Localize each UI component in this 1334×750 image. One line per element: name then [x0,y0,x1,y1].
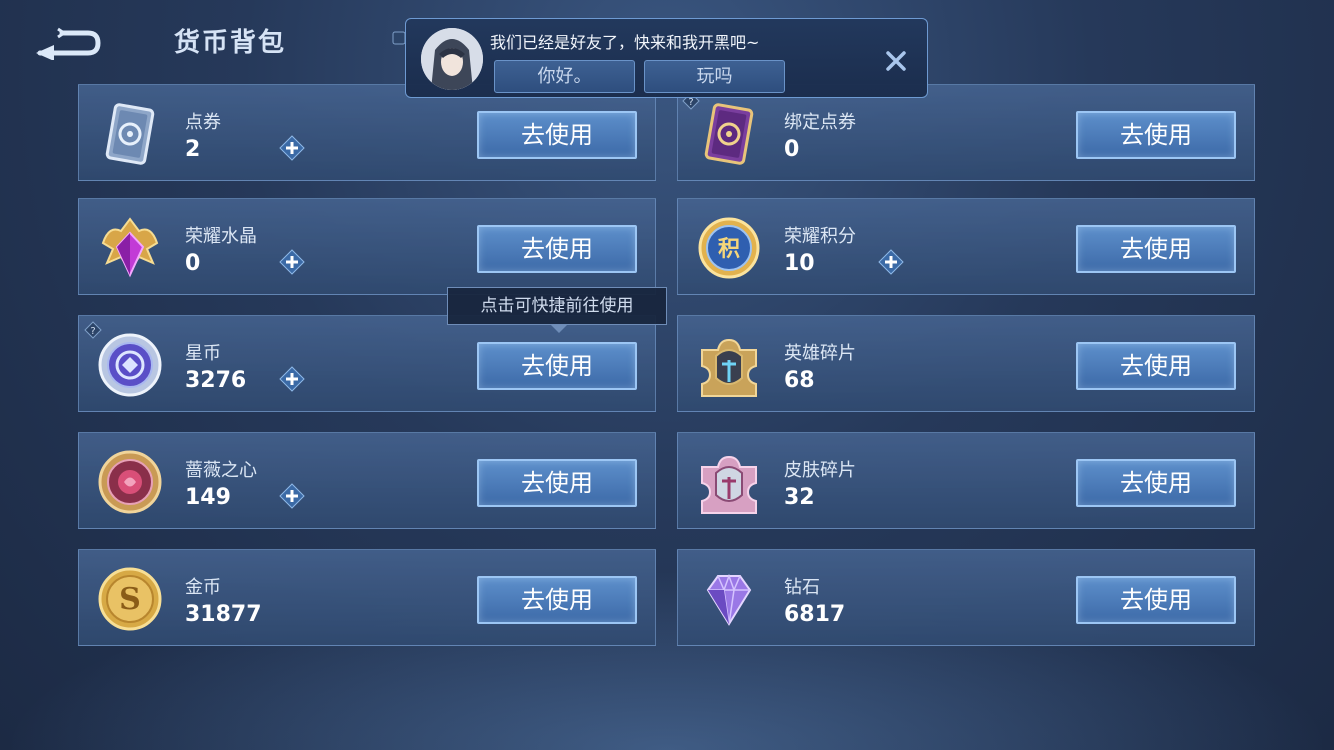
glory-crystal-icon [95,213,165,283]
plus-icon [279,366,305,392]
plus-icon [279,249,305,275]
currency-card-coupon: 点券 2 去使用 [78,84,656,181]
currency-name: 钻石 [784,577,820,598]
currency-card-rose-heart: 蔷薇之心 149 去使用 [78,432,656,529]
tooltip-arrow [550,324,568,333]
popup-close-button[interactable] [884,49,908,73]
skin-fragment-icon [694,447,764,517]
currency-card-hero-fragment: 英雄碎片 68 去使用 [677,315,1255,412]
currency-card-bound-coupon: 绑定点券 0 去使用 [677,84,1255,181]
currency-card-gold-coin: S 金币 31877 去使用 [78,549,656,646]
currency-name: 蔷薇之心 [185,460,257,481]
use-button[interactable]: 去使用 [1076,111,1236,159]
currency-card-glory-crystal: 荣耀水晶 0 去使用 [78,198,656,295]
close-icon [886,51,906,71]
use-button[interactable]: 去使用 [1076,576,1236,624]
avatar[interactable] [421,28,483,90]
currency-card-skin-fragment: 皮肤碎片 32 去使用 [677,432,1255,529]
currency-count: 0 [185,251,201,276]
svg-text:?: ? [90,326,95,337]
use-button[interactable]: 去使用 [477,225,637,273]
bound-coupon-ticket-icon [694,99,764,169]
quick-reply-hello-button[interactable]: 你好。 [494,60,635,93]
currency-name: 荣耀积分 [784,226,856,247]
add-star-coin-button[interactable] [279,366,305,392]
currency-card-diamond: 钻石 6817 去使用 [677,549,1255,646]
use-button[interactable]: 去使用 [477,111,637,159]
currency-name: 金币 [185,577,221,598]
use-button[interactable]: 去使用 [1076,342,1236,390]
coupon-ticket-icon [95,99,165,169]
glory-points-icon: 积 [694,213,764,283]
currency-name: 绑定点券 [784,112,856,133]
add-glory-crystal-button[interactable] [279,249,305,275]
plus-icon [878,249,904,275]
page-title: 货币背包 [174,28,287,58]
currency-card-glory-points: 积 荣耀积分 10 去使用 [677,198,1255,295]
plus-icon [279,483,305,509]
star-coin-icon [95,330,165,400]
friend-avatar-icon [421,28,483,90]
currency-name: 皮肤碎片 [784,460,856,481]
add-glory-points-button[interactable] [878,249,904,275]
diamond-icon [694,564,764,634]
currency-count: 32 [784,485,815,510]
currency-name: 点券 [185,112,221,133]
friend-notification-popup: 我们已经是好友了，快来和我开黑吧~ 你好。 玩吗 [405,18,928,98]
rose-heart-icon [95,447,165,517]
back-arrow-icon [36,27,101,61]
use-button[interactable]: 去使用 [477,342,637,390]
svg-text:积: 积 [718,237,740,262]
help-question-icon[interactable]: ? [84,321,102,339]
quick-use-tooltip: 点击可快捷前往使用 [447,287,667,325]
currency-count: 3276 [185,368,247,393]
svg-text:?: ? [688,97,693,108]
add-rose-heart-button[interactable] [279,483,305,509]
currency-name: 英雄碎片 [784,343,856,364]
svg-text:S: S [119,582,141,617]
use-button[interactable]: 去使用 [477,576,637,624]
use-button[interactable]: 去使用 [1076,225,1236,273]
quick-reply-play-button[interactable]: 玩吗 [644,60,785,93]
currency-count: 68 [784,368,815,393]
back-button[interactable] [32,26,104,61]
currency-name: 星币 [185,343,221,364]
hero-fragment-icon [694,330,764,400]
use-button[interactable]: 去使用 [477,459,637,507]
add-coupon-button[interactable] [279,135,305,161]
currency-count: 10 [784,251,815,276]
popup-message: 我们已经是好友了，快来和我开黑吧~ [490,33,760,52]
currency-name: 荣耀水晶 [185,226,257,247]
use-button[interactable]: 去使用 [1076,459,1236,507]
currency-count: 149 [185,485,231,510]
plus-icon [279,135,305,161]
currency-count: 31877 [185,602,262,627]
currency-card-star-coin: 星币 3276 去使用 [78,315,656,412]
currency-count: 0 [784,137,800,162]
currency-count: 6817 [784,602,846,627]
currency-count: 2 [185,137,201,162]
gold-coin-icon: S [95,564,165,634]
